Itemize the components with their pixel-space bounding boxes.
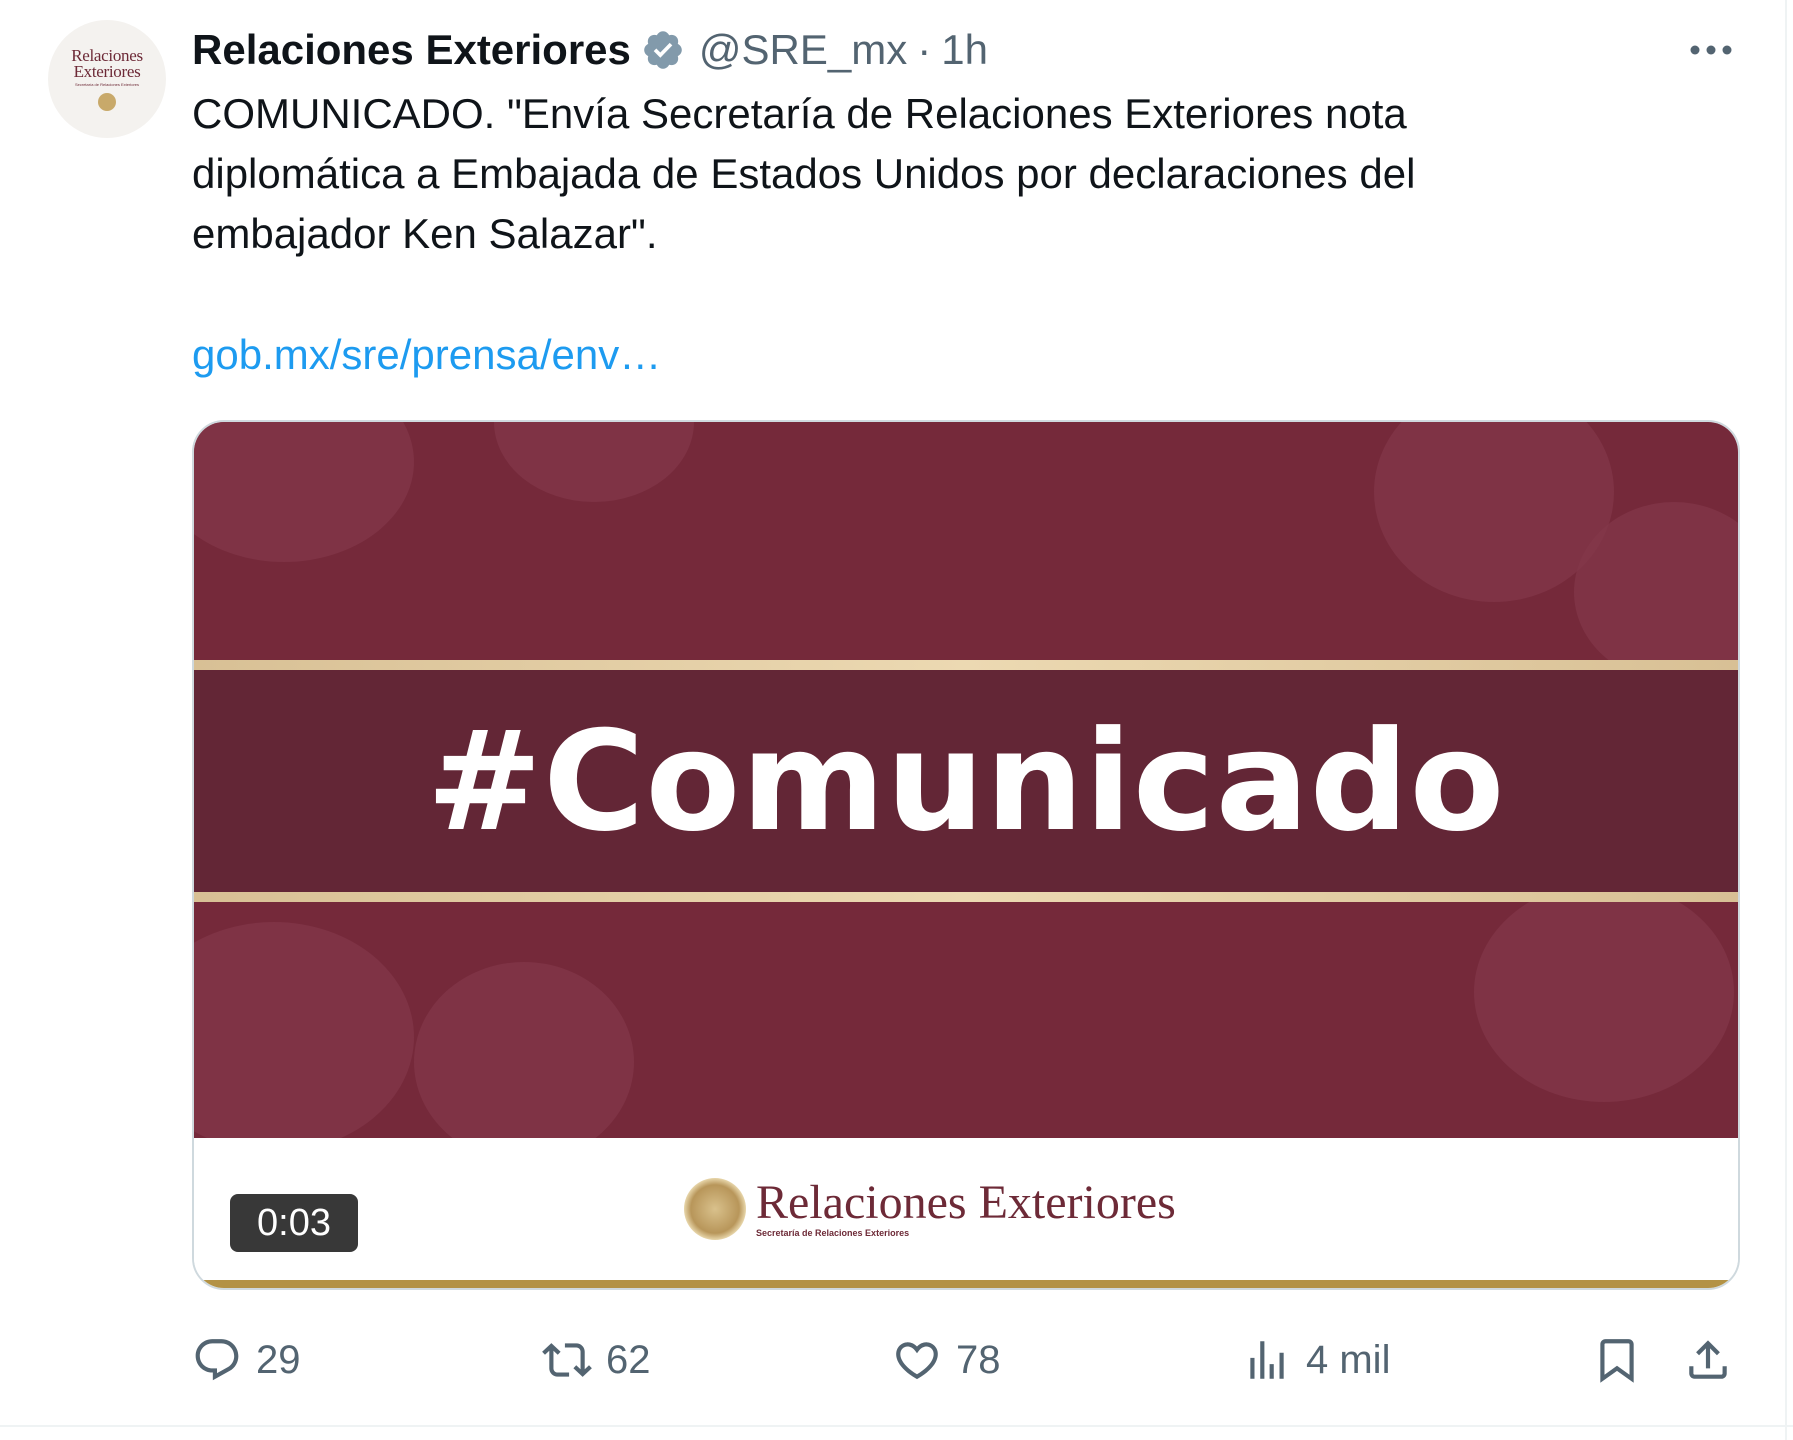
tweet-header: Relaciones Exteriores @SRE_mx · 1h (192, 20, 988, 80)
brand-subtitle: Secretaría de Relaciones Exteriores (756, 1228, 910, 1238)
brand-footer: Relaciones Exteriores Secretaría de Rela… (194, 1138, 1738, 1280)
seal-icon (98, 92, 116, 111)
display-name[interactable]: Relaciones Exteriores (192, 26, 631, 74)
avatar-line-2: Exteriores (73, 61, 141, 81)
separator: · (917, 26, 932, 73)
floral-pattern (194, 422, 414, 562)
coat-of-arms-icon (684, 1178, 746, 1240)
handle[interactable]: @SRE_mx (699, 26, 907, 74)
video-timer: 0:03 (230, 1194, 358, 1252)
retweet-icon (542, 1343, 592, 1377)
maroon-background-top (194, 422, 1738, 660)
headline-band: #Comunicado (194, 670, 1738, 892)
verified-badge-icon[interactable] (641, 28, 685, 72)
floral-pattern (194, 922, 414, 1138)
more-icon[interactable] (1686, 28, 1736, 72)
share-button[interactable] (1683, 1332, 1747, 1388)
tweet-text: COMUNICADO. "Envía Secretaría de Relacio… (192, 90, 1416, 257)
right-divider (1785, 0, 1787, 1440)
gold-bar (194, 1280, 1738, 1288)
maroon-background-bottom (194, 902, 1738, 1138)
share-icon (1689, 1340, 1727, 1379)
views-icon (1250, 1341, 1284, 1379)
brand-logo: Relaciones Exteriores Secretaría de Rela… (684, 1178, 1176, 1240)
tweet-link[interactable]: gob.mx/sre/prensa/env… (192, 325, 661, 385)
brand-name: Relaciones Exteriores (756, 1176, 1176, 1229)
avatar-subtitle: Secretaría de Relaciones Exteriores (74, 81, 140, 87)
bottom-divider (0, 1425, 1793, 1427)
avatar[interactable]: Relaciones Exteriores Secretaría de Rela… (48, 20, 166, 138)
reply-count: 29 (256, 1337, 301, 1382)
floral-pattern (414, 962, 634, 1138)
bookmark-button[interactable] (1592, 1332, 1656, 1388)
bookmark-icon (1600, 1339, 1634, 1383)
heart-icon (896, 1342, 938, 1380)
retweet-button[interactable]: 62 (542, 1332, 651, 1388)
views-button[interactable]: 4 mil (1242, 1332, 1390, 1388)
gold-line-top (194, 660, 1738, 670)
like-button[interactable]: 78 (892, 1332, 1001, 1388)
timestamp[interactable]: 1h (941, 26, 988, 74)
retweet-count: 62 (606, 1337, 651, 1382)
reply-icon (195, 1339, 239, 1381)
gold-line-bottom (194, 892, 1738, 902)
floral-pattern (494, 422, 694, 502)
like-count: 78 (956, 1337, 1001, 1382)
floral-pattern (1474, 902, 1734, 1102)
headline: #Comunicado (426, 700, 1506, 862)
reply-button[interactable]: 29 (192, 1332, 301, 1388)
tweet[interactable]: Relaciones Exteriores Secretaría de Rela… (0, 0, 1793, 1440)
views-count: 4 mil (1306, 1337, 1391, 1382)
video-player[interactable]: #Comunicado Relaciones Exteriores Secret… (192, 420, 1740, 1290)
